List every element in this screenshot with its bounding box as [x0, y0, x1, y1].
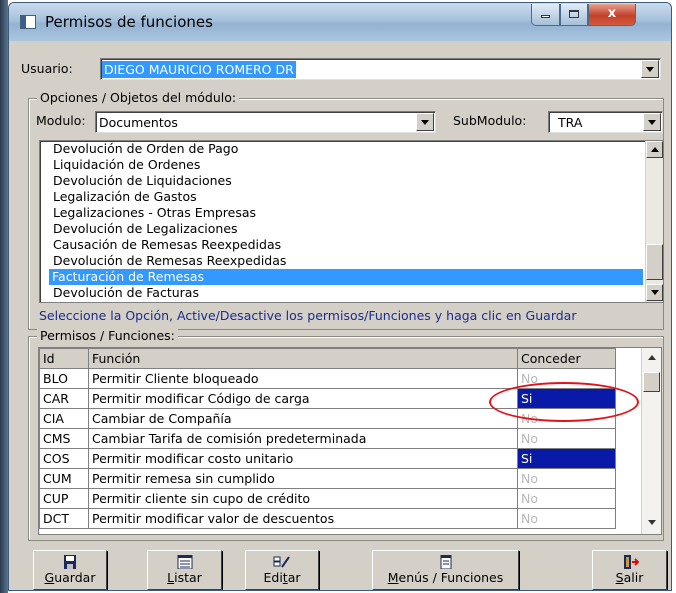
- listar-button[interactable]: Listar: [147, 550, 222, 590]
- scroll-thumb[interactable]: [646, 244, 663, 280]
- menus-funciones-label: Menús / Funciones: [387, 570, 504, 585]
- close-icon: x: [607, 6, 617, 21]
- salir-button[interactable]: Salir: [592, 550, 667, 590]
- header-id[interactable]: Id: [39, 348, 89, 369]
- cell-funcion: Permitir cliente sin cupo de crédito: [88, 488, 518, 509]
- list-item[interactable]: Legalización de Gastos: [50, 189, 197, 205]
- cell-funcion: Cambiar Tarifa de comisión predeterminad…: [88, 428, 518, 449]
- permisos-window: Permisos de funciones x Usuario: DIEGO M…: [8, 2, 672, 591]
- cell-funcion: Permitir modificar Código de carga: [88, 388, 518, 409]
- permisos-group-title: Permisos / Funciones:: [37, 328, 178, 343]
- menu-icon: [440, 555, 451, 569]
- close-button[interactable]: x: [588, 4, 636, 26]
- scroll-down-icon[interactable]: [648, 520, 656, 525]
- modulo-dropdown-icon[interactable]: [416, 113, 434, 131]
- header-funcion[interactable]: Función: [88, 348, 518, 369]
- table-row[interactable]: CUP Permitir cliente sin cupo de crédito N…: [39, 488, 616, 509]
- floppy-disk-icon: [64, 555, 76, 569]
- permisos-grid[interactable]: Id Función Conceder BLO Permitir Cliente …: [38, 347, 662, 535]
- cell-id: CUP: [39, 488, 89, 509]
- usuario-label: Usuario:: [21, 61, 73, 76]
- cell-conceder[interactable]: No: [517, 488, 616, 509]
- exit-door-icon: [623, 555, 639, 569]
- cell-conceder[interactable]: Si: [517, 448, 616, 469]
- app-icon: [20, 15, 36, 29]
- table-row[interactable]: CUM Permitir remesa sin cumplido No: [39, 468, 616, 489]
- opciones-scrollbar[interactable]: [645, 141, 663, 302]
- usuario-dropdown-icon[interactable]: [641, 60, 659, 78]
- maximize-icon: [569, 10, 579, 18]
- scroll-up-icon[interactable]: [646, 141, 663, 158]
- table-row[interactable]: DCT Permitir modificar valor de descuento…: [39, 508, 616, 529]
- table-row[interactable]: CMS Cambiar Tarifa de comisión predetermi…: [39, 428, 616, 449]
- list-item[interactable]: Devolución de Facturas: [50, 285, 199, 301]
- instruction-hint: Seleccione la Opción, Active/Desactive l…: [39, 308, 577, 323]
- permisos-scrollbar[interactable]: [641, 348, 661, 534]
- cell-id: BLO: [39, 368, 89, 389]
- opciones-list[interactable]: Devolución de Orden de Pago Liquidación …: [39, 140, 664, 303]
- scroll-thumb[interactable]: [643, 372, 660, 392]
- cell-funcion: Permitir remesa sin cumplido: [88, 468, 518, 489]
- edit-icon: [273, 556, 290, 568]
- desktop-edge: [0, 0, 8, 593]
- cell-id: DCT: [39, 508, 89, 529]
- list-icon: [177, 555, 192, 569]
- minimize-icon: [541, 15, 550, 18]
- title-bar[interactable]: Permisos de funciones x: [9, 3, 671, 41]
- listar-label: Listar: [167, 570, 202, 585]
- submodulo-select[interactable]: TRA: [548, 111, 663, 133]
- editar-button[interactable]: Editar: [245, 550, 319, 590]
- cell-id: CUM: [39, 468, 89, 489]
- list-item[interactable]: Liquidación de Ordenes: [50, 157, 200, 173]
- minimize-button[interactable]: [531, 4, 560, 26]
- scroll-up-icon[interactable]: [648, 355, 656, 360]
- list-item[interactable]: Legalizaciones - Otras Empresas: [50, 205, 256, 221]
- opciones-group-title: Opciones / Objetos del módulo:: [37, 90, 240, 105]
- modulo-value: Documentos: [99, 115, 178, 130]
- cell-id: CMS: [39, 428, 89, 449]
- usuario-select[interactable]: DIEGO MAURICIO ROMERO DR: [100, 58, 661, 80]
- cell-id: CAR: [39, 388, 89, 409]
- table-header-row: Id Función Conceder: [39, 348, 616, 369]
- list-item[interactable]: Devolución de Orden de Pago: [50, 141, 238, 157]
- cell-conceder[interactable]: No: [517, 508, 616, 529]
- menus-funciones-button[interactable]: Menús / Funciones: [372, 550, 519, 590]
- cell-id: COS: [39, 448, 89, 469]
- guardar-button[interactable]: Guardar: [33, 550, 107, 590]
- list-item-selected[interactable]: Facturación de Remesas: [49, 269, 643, 285]
- modulo-label: Modulo:: [36, 113, 86, 128]
- cell-funcion: Permitir modificar valor de descuentos: [88, 508, 518, 529]
- list-item[interactable]: Devolución de Legalizaciones: [50, 221, 238, 237]
- permisos-table: Id Función Conceder BLO Permitir Cliente …: [39, 348, 616, 529]
- list-item[interactable]: Devolución de Remesas Reexpedidas: [50, 253, 286, 269]
- cell-funcion: Permitir Cliente bloqueado: [88, 368, 518, 389]
- cell-funcion: Permitir modificar costo unitario: [88, 448, 518, 469]
- annotation-circle: [489, 382, 639, 422]
- cell-id: CIA: [39, 408, 89, 429]
- window-title: Permisos de funciones: [45, 13, 213, 31]
- header-conceder[interactable]: Conceder: [517, 348, 616, 369]
- list-item[interactable]: Causación de Remesas Reexpedidas: [50, 237, 281, 253]
- usuario-value: DIEGO MAURICIO ROMERO DR: [102, 61, 296, 78]
- guardar-label: Guardar: [44, 570, 96, 585]
- maximize-button[interactable]: [560, 4, 588, 26]
- cell-conceder[interactable]: No: [517, 428, 616, 449]
- list-item[interactable]: Devolución de Liquidaciones: [50, 173, 232, 189]
- scroll-down-icon[interactable]: [646, 284, 663, 301]
- submodulo-label: SubModulo:: [453, 113, 527, 128]
- table-row[interactable]: COS Permitir modificar costo unitario Si: [39, 448, 616, 469]
- cell-funcion: Cambiar de Compañía: [88, 408, 518, 429]
- modulo-select[interactable]: Documentos: [95, 111, 436, 133]
- editar-label: Editar: [263, 570, 301, 585]
- submodulo-value: TRA: [558, 115, 583, 130]
- cell-conceder[interactable]: No: [517, 468, 616, 489]
- submodulo-dropdown-icon[interactable]: [643, 113, 661, 131]
- salir-label: Salir: [615, 570, 644, 585]
